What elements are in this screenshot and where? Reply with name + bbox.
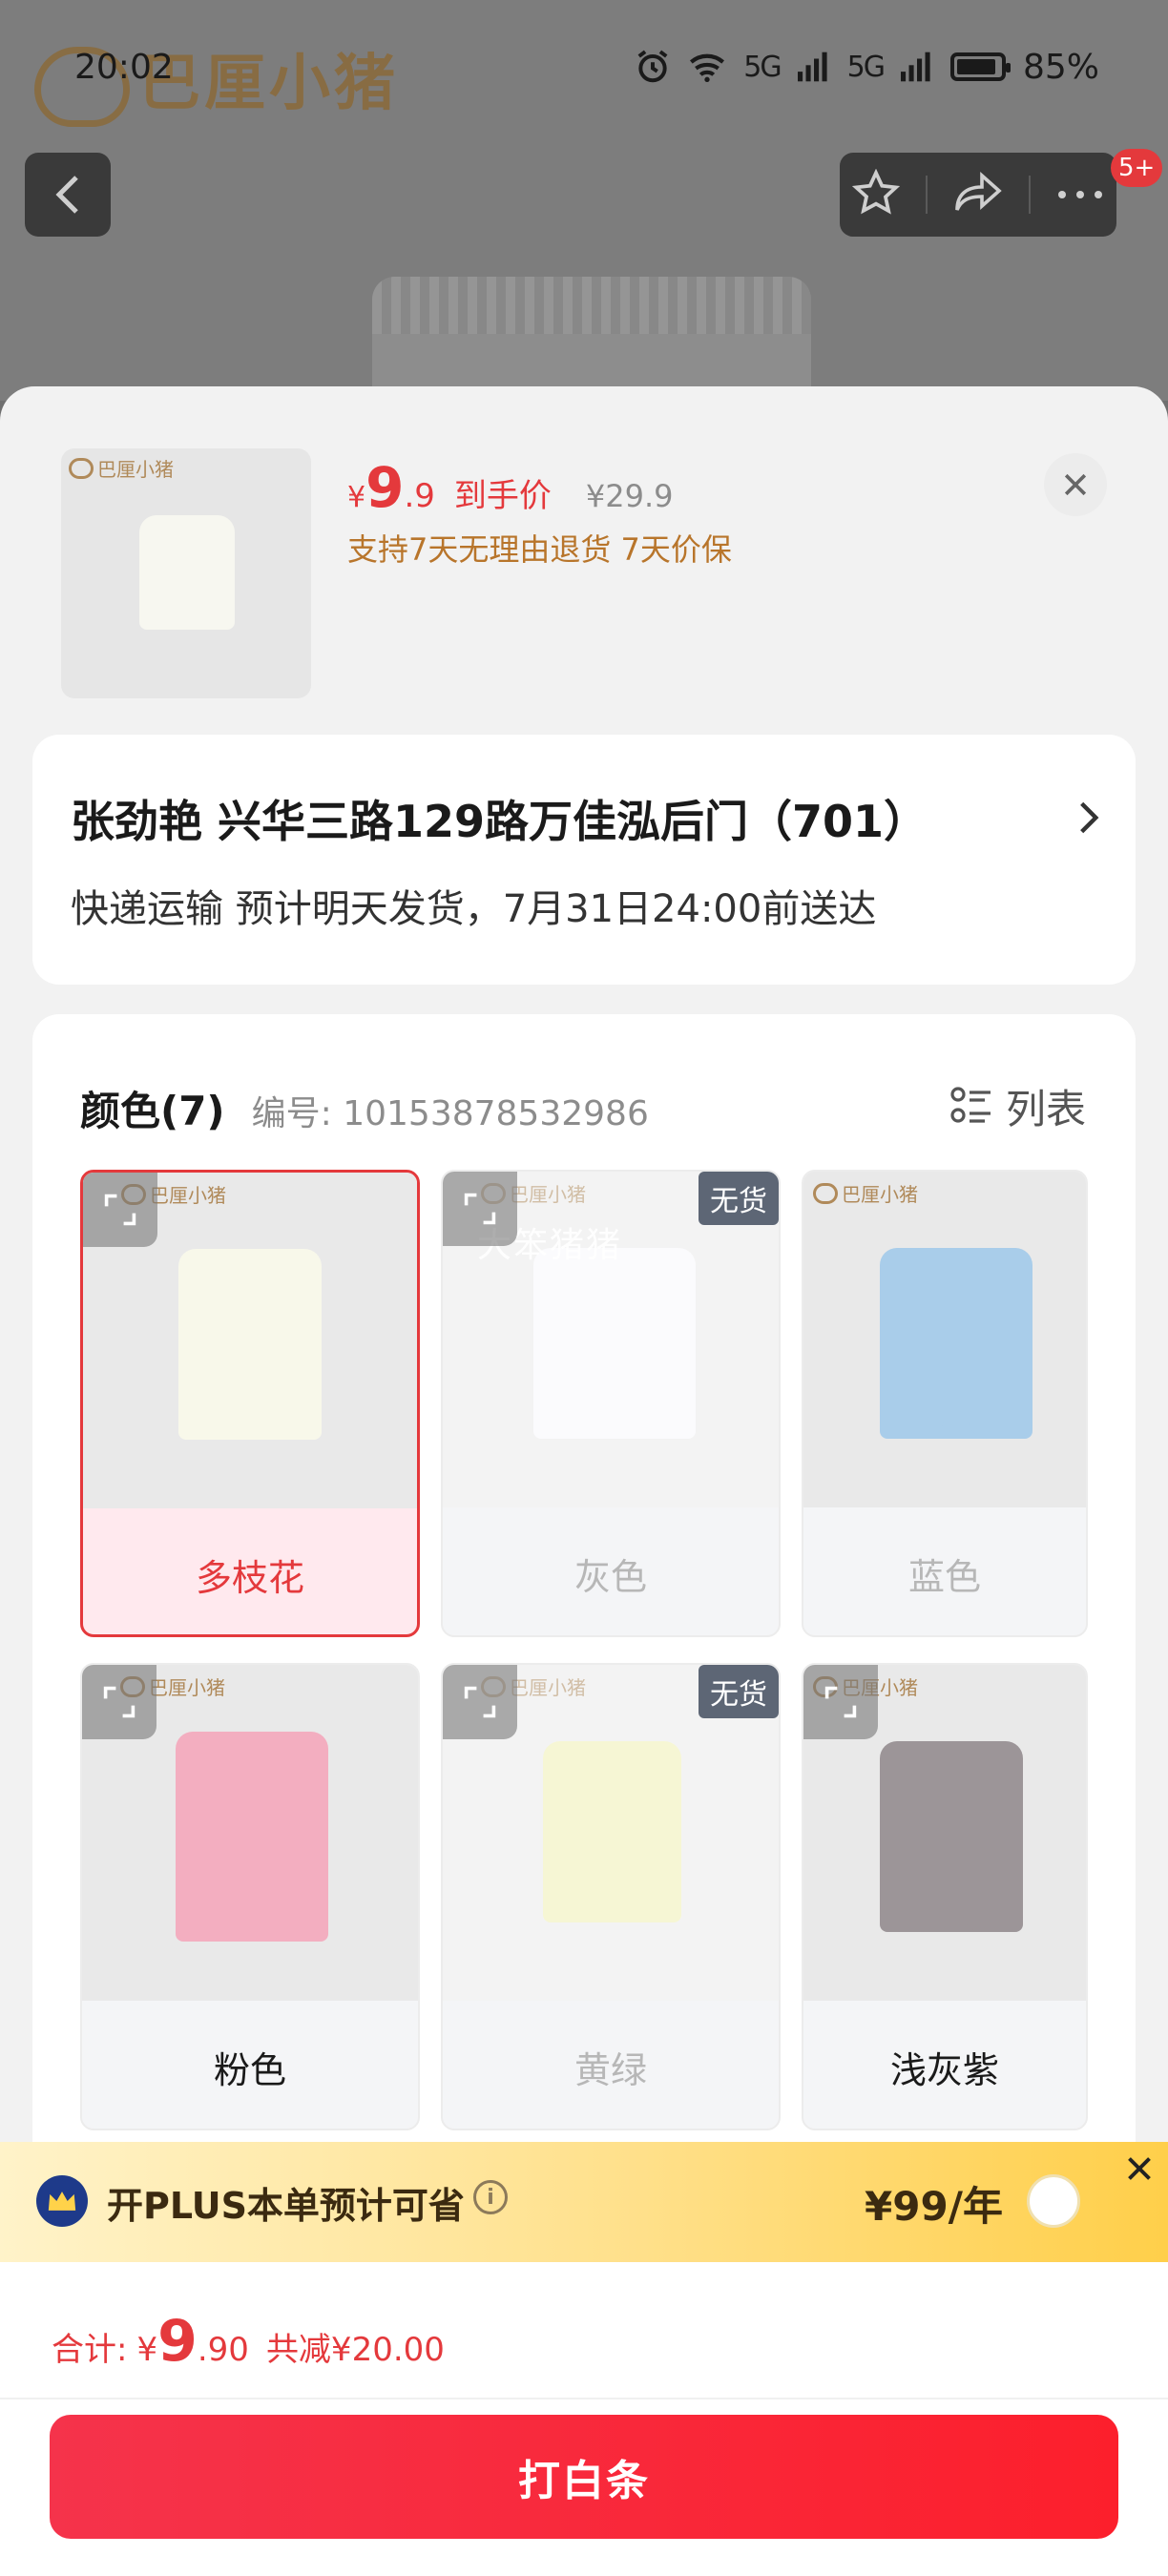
color-option-3[interactable]: 巴厘小猪 蓝色 — [802, 1170, 1088, 1637]
color-option-2[interactable]: 巴厘小猪 大笨猪猪 无货 灰色 — [441, 1170, 781, 1637]
crown-icon — [36, 2175, 88, 2227]
out-of-stock-tag: 无货 — [699, 1172, 779, 1225]
star-icon — [852, 168, 901, 215]
thumbnail-brand: 巴厘小猪 — [69, 454, 174, 482]
plus-price: ¥99/年 — [865, 2183, 1004, 2230]
color-section-title: 颜色(7) — [80, 1088, 225, 1134]
color-option-label: 蓝色 — [907, 1555, 981, 1598]
background-product-image — [372, 277, 811, 401]
service-promise: 支持7天无理由退货 7天价保 — [347, 531, 732, 568]
color-header: 颜色(7) 编号: 10153878532986 — [80, 1079, 649, 1137]
color-option-label: 浅灰紫 — [889, 2048, 999, 2091]
info-icon[interactable]: i — [473, 2180, 508, 2214]
pants-image — [178, 1249, 322, 1440]
pants-image — [139, 515, 235, 630]
total-label: 合计: — [52, 2331, 128, 2369]
message-count-badge: 5+ — [1111, 149, 1163, 187]
wifi-icon — [690, 53, 725, 82]
signal-label-1: 5G — [743, 50, 782, 84]
pig-logo-icon — [69, 457, 94, 479]
expand-icon — [464, 1193, 496, 1225]
color-option-label: 灰色 — [574, 1555, 647, 1598]
total-integer: 9 — [157, 2308, 198, 2375]
close-sheet-button[interactable] — [1044, 453, 1107, 516]
zoom-button[interactable] — [443, 1665, 517, 1739]
close-icon — [1064, 473, 1087, 496]
color-option-label: 多枝花 — [195, 1556, 304, 1599]
currency-symbol: ¥ — [347, 481, 366, 514]
plus-select-radio[interactable] — [1027, 2174, 1080, 2228]
zoom-button[interactable] — [83, 1173, 157, 1247]
address-line: 张劲艳 兴华三路129路万佳泓后门（701） — [71, 796, 928, 847]
out-of-stock-tag: 无货 — [699, 1665, 779, 1718]
plus-savings-text: 开PLUS本单预计可省 — [107, 2185, 465, 2227]
pants-image — [176, 1732, 328, 1942]
pants-image — [533, 1248, 696, 1439]
share-icon — [955, 171, 1002, 211]
discount-total: 共减¥20.00 — [265, 2331, 445, 2369]
list-view-toggle[interactable]: 列表 — [950, 1077, 1086, 1135]
expand-icon — [104, 1194, 136, 1226]
status-icons: 5G 5G 85% — [635, 48, 1099, 87]
color-option-6[interactable]: 巴厘小猪 浅灰紫 — [802, 1663, 1088, 2130]
price-integer: 9 — [365, 455, 405, 520]
divider — [1028, 176, 1031, 214]
favorite-button[interactable] — [852, 168, 901, 220]
expand-icon — [824, 1686, 857, 1718]
list-view-label: 列表 — [1005, 1086, 1086, 1132]
pig-logo-icon — [813, 1182, 838, 1204]
color-option-label: 粉色 — [213, 2048, 286, 2091]
more-dots-icon — [1057, 190, 1102, 198]
delivery-estimate: 快递运输 预计明天发货，7月31日24:00前送达 — [71, 887, 877, 931]
alarm-icon — [637, 50, 668, 83]
expand-icon — [103, 1686, 136, 1718]
zoom-button[interactable] — [82, 1665, 156, 1739]
divider — [0, 2398, 1168, 2399]
more-button[interactable] — [1056, 186, 1104, 204]
plus-membership-banner[interactable]: 开PLUS本单预计可省 i ¥99/年 — [0, 2142, 1168, 2262]
zoom-button[interactable] — [803, 1665, 878, 1739]
checkout-bar: 合计: ¥ 9 .90 共减¥20.00 打白条 — [0, 2262, 1168, 2576]
crown-glyph-icon — [48, 2192, 76, 2211]
final-price-label: 到手价 — [453, 477, 552, 515]
color-option-image: 巴厘小猪 — [803, 1172, 1086, 1507]
sku-number: 编号: 10153878532986 — [251, 1094, 649, 1133]
divider — [926, 176, 928, 214]
total-decimal: .90 — [197, 2331, 249, 2369]
price-summary: ¥ 9 .9 到手价 ¥29.9 — [347, 455, 674, 520]
close-plus-banner-button[interactable] — [1111, 2142, 1168, 2195]
selected-product-thumbnail[interactable]: 巴厘小猪 — [61, 448, 311, 698]
color-option-1[interactable]: 巴厘小猪 多枝花 — [80, 1170, 420, 1637]
order-total: 合计: ¥ 9 .90 共减¥20.00 — [52, 2308, 445, 2375]
address-card[interactable]: 张劲艳 兴华三路129路万佳泓后门（701） 快递运输 预计明天发货，7月31日… — [32, 735, 1136, 985]
battery-icon — [949, 52, 1011, 81]
pants-image — [880, 1248, 1032, 1439]
top-actions — [840, 153, 1116, 237]
zoom-button[interactable] — [443, 1172, 517, 1246]
expand-icon — [464, 1686, 496, 1718]
original-price: ¥29.9 — [585, 478, 674, 514]
total-currency: ¥ — [136, 2331, 158, 2369]
pants-image — [543, 1741, 681, 1923]
color-option-5[interactable]: 巴厘小猪 无货 黄绿 — [441, 1663, 781, 2130]
status-time: 20:02 — [74, 47, 174, 87]
tile-brand: 巴厘小猪 — [813, 1179, 918, 1207]
chevron-right-icon — [1080, 801, 1099, 834]
chevron-left-icon — [55, 176, 78, 214]
color-option-4[interactable]: 巴厘小猪 粉色 — [80, 1663, 420, 2130]
share-button[interactable] — [953, 171, 1003, 218]
color-option-label: 黄绿 — [574, 2048, 647, 2091]
price-decimal: .9 — [404, 477, 435, 515]
battery-percent: 85% — [1022, 47, 1099, 87]
list-icon — [950, 1086, 991, 1123]
signal-bars-icon — [900, 52, 930, 82]
signal-bars-icon — [797, 52, 827, 82]
pay-with-baitiao-button[interactable]: 打白条 — [50, 2415, 1118, 2539]
signal-label-2: 5G — [846, 50, 886, 84]
status-bar: 20:02 5G 5G 85% — [0, 0, 1168, 134]
pants-image — [880, 1741, 1023, 1932]
close-icon — [1128, 2157, 1151, 2180]
back-button[interactable] — [25, 153, 111, 237]
